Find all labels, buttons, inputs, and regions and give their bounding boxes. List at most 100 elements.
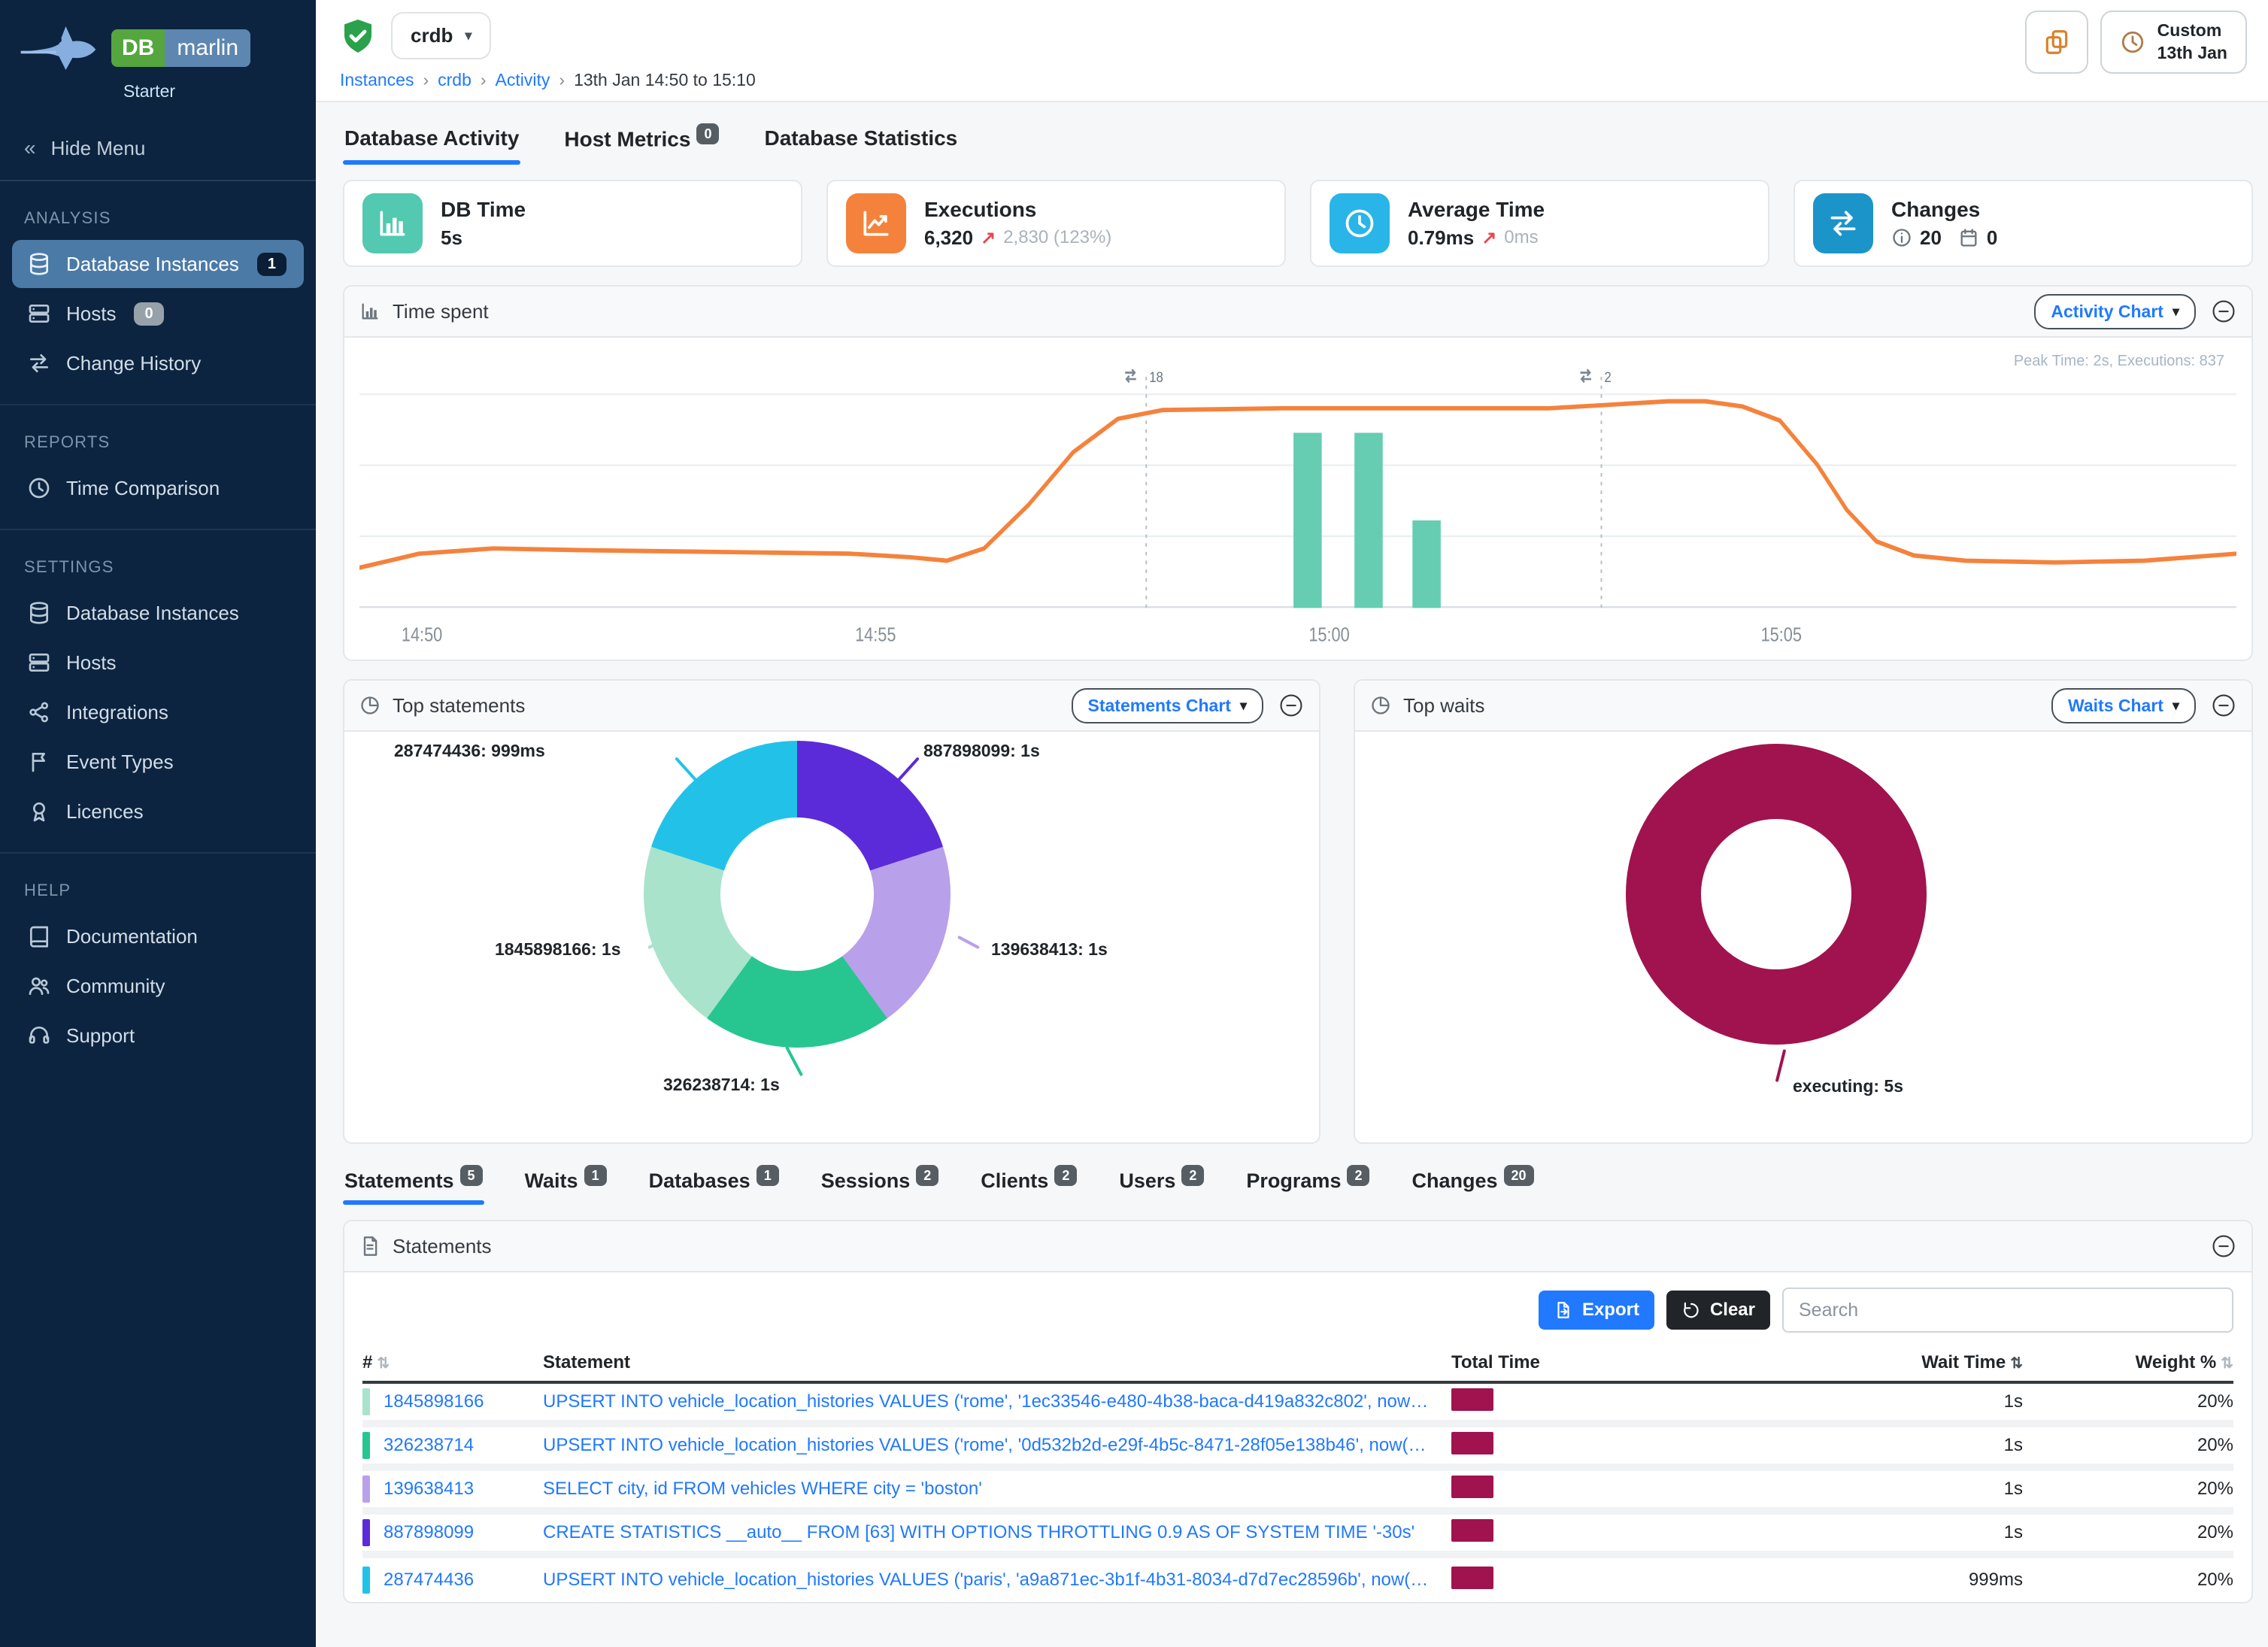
statements-chart-selector[interactable]: Statements Chart ▾	[1072, 688, 1263, 723]
tab-databases[interactable]: Databases1	[647, 1165, 781, 1205]
hide-menu-label: Hide Menu	[51, 137, 146, 160]
sidebar-item-time-comparison[interactable]: Time Comparison	[12, 464, 304, 512]
col-header-wait-time[interactable]: Wait Time⇅	[1707, 1352, 2023, 1373]
server-icon	[27, 302, 51, 326]
kpi-info-count: 20	[1920, 226, 1942, 250]
table-row[interactable]: 287474436 UPSERT INTO vehicle_location_h…	[362, 1558, 2233, 1602]
time-range-date: 13th Jan	[2157, 42, 2227, 65]
statement-color-chip	[362, 1388, 370, 1415]
sidebar-item-hosts[interactable]: Hosts	[12, 638, 304, 687]
col-header-weight[interactable]: Weight %⇅	[2023, 1352, 2233, 1373]
tab-database-statistics[interactable]: Database Statistics	[763, 117, 959, 165]
statement-id-link[interactable]: 287474436	[384, 1570, 474, 1591]
tab-label: Changes	[1411, 1169, 1497, 1192]
breadcrumb-link[interactable]: Instances	[340, 70, 414, 89]
total-time-bar	[1451, 1476, 1493, 1498]
tab-badge: 20	[1504, 1165, 1534, 1186]
tab-statements[interactable]: Statements5	[343, 1165, 484, 1205]
statement-link[interactable]: SELECT city, id FROM vehicles WHERE city…	[543, 1479, 1451, 1500]
sidebar-item-database-instances[interactable]: Database Instances	[12, 589, 304, 637]
activity-chart-selector[interactable]: Activity Chart ▾	[2034, 294, 2196, 329]
collapse-panel-button[interactable]	[2211, 299, 2236, 324]
tab-users[interactable]: Users2	[1117, 1165, 1205, 1205]
export-button[interactable]: Export	[1539, 1291, 1654, 1330]
collapse-panel-button[interactable]	[1278, 693, 1304, 718]
weight-value: 20%	[2023, 1479, 2233, 1500]
statement-link[interactable]: UPSERT INTO vehicle_location_histories V…	[543, 1570, 1451, 1591]
col-header-id[interactable]: #⇅	[362, 1352, 543, 1373]
sidebar: DB marlin Starter « Hide Menu ANALYSISDa…	[0, 0, 316, 1647]
breadcrumb-link[interactable]: Activity	[496, 70, 550, 89]
sidebar-item-integrations[interactable]: Integrations	[12, 688, 304, 736]
collapse-panel-button[interactable]	[2211, 693, 2236, 718]
weight-value: 20%	[2023, 1570, 2233, 1591]
tab-changes[interactable]: Changes 20	[1410, 1165, 1535, 1205]
table-row[interactable]: 1845898166 UPSERT INTO vehicle_location_…	[362, 1384, 2233, 1427]
clear-button[interactable]: Clear	[1666, 1291, 1770, 1330]
book-icon	[27, 924, 51, 948]
donut-label: 326238714: 1s	[663, 1075, 780, 1095]
instance-selector-button[interactable]: crdb ▾	[391, 12, 491, 59]
peak-note: Peak Time: 2s, Executions: 837	[2014, 353, 2224, 370]
table-row[interactable]: 139638413 SELECT city, id FROM vehicles …	[362, 1471, 2233, 1515]
statement-link[interactable]: UPSERT INTO vehicle_location_histories V…	[543, 1435, 1451, 1456]
bar-chart-icon	[362, 193, 423, 253]
sidebar-item-support[interactable]: Support	[12, 1012, 304, 1060]
tab-database-activity[interactable]: Database Activity	[343, 117, 520, 165]
sidebar-item-label: Documentation	[66, 925, 198, 948]
selector-label: Activity Chart	[2051, 302, 2163, 322]
tab-clients[interactable]: Clients 2	[979, 1165, 1078, 1205]
search-input[interactable]	[1782, 1288, 2233, 1333]
kpi-label: Average Time	[1408, 198, 1545, 222]
statement-id-link[interactable]: 887898099	[384, 1522, 474, 1543]
table-row[interactable]: 326238714 UPSERT INTO vehicle_location_h…	[362, 1427, 2233, 1471]
statement-id-link[interactable]: 139638413	[384, 1479, 474, 1500]
tab-sessions[interactable]: Sessions2	[820, 1165, 941, 1205]
sidebar-item-change-history[interactable]: Change History	[12, 339, 304, 387]
sidebar-item-database-instances[interactable]: Database Instances1	[12, 240, 304, 288]
sidebar-item-label: Time Comparison	[66, 477, 220, 500]
tab-programs[interactable]: Programs2	[1245, 1165, 1371, 1205]
tab-badge: 2	[916, 1165, 938, 1186]
tab-badge: 2	[1054, 1165, 1077, 1186]
collapse-panel-button[interactable]	[2211, 1233, 2236, 1259]
statement-id-link[interactable]: 1845898166	[384, 1391, 484, 1412]
total-time-bar	[1451, 1388, 1493, 1411]
sidebar-item-licences[interactable]: Licences	[12, 787, 304, 836]
col-header-statement[interactable]: Statement	[543, 1352, 1451, 1373]
statement-link[interactable]: CREATE STATISTICS __auto__ FROM [63] WIT…	[543, 1522, 1451, 1543]
time-spent-panel: Time spent Activity Chart ▾ Peak Time: 2…	[343, 285, 2253, 661]
tab-label: Users	[1119, 1169, 1175, 1192]
sidebar-item-label: Database Instances	[66, 602, 239, 625]
donut-ring[interactable]	[644, 741, 951, 1048]
statement-id-link[interactable]: 326238714	[384, 1435, 474, 1456]
breadcrumb-link[interactable]: crdb	[438, 70, 471, 89]
export-icon	[1554, 1300, 1573, 1320]
waits-chart-selector[interactable]: Waits Chart ▾	[2051, 688, 2196, 723]
statement-color-chip	[362, 1519, 370, 1546]
tab-label: Clients	[981, 1169, 1048, 1192]
sidebar-item-documentation[interactable]: Documentation	[12, 912, 304, 960]
tab-waits[interactable]: Waits1	[523, 1165, 608, 1205]
hide-menu-button[interactable]: « Hide Menu	[0, 117, 316, 181]
clock-icon	[27, 476, 51, 500]
statements-donut-chart[interactable]: 887898099: 1s 139638413: 1s 326238714: 1…	[344, 732, 1319, 1142]
tab-host-metrics[interactable]: Host Metrics0	[562, 117, 720, 165]
svg-text:2: 2	[1604, 369, 1611, 386]
info-icon	[1891, 227, 1912, 248]
sort-icon-active: ⇅	[2010, 1355, 2023, 1372]
tab-label: Statements	[344, 1169, 454, 1192]
activity-chart[interactable]: 18214:5014:5515:0015:05	[359, 356, 2236, 654]
statement-link[interactable]: UPSERT INTO vehicle_location_histories V…	[543, 1391, 1451, 1412]
table-row[interactable]: 887898099 CREATE STATISTICS __auto__ FRO…	[362, 1515, 2233, 1558]
sidebar-item-community[interactable]: Community	[12, 962, 304, 1010]
label-connector	[1775, 1049, 1787, 1082]
sidebar-item-event-types[interactable]: Event Types	[12, 738, 304, 786]
sidebar-item-hosts[interactable]: Hosts0	[12, 290, 304, 338]
brand-wordmark: DB marlin	[111, 29, 250, 67]
copy-link-button[interactable]	[2025, 11, 2088, 74]
time-range-button[interactable]: Custom 13th Jan	[2100, 11, 2247, 74]
donut-ring[interactable]	[1626, 744, 1927, 1045]
col-header-total-time[interactable]: Total Time	[1451, 1352, 1707, 1373]
waits-donut-chart[interactable]: executing: 5s	[1355, 732, 2251, 1142]
